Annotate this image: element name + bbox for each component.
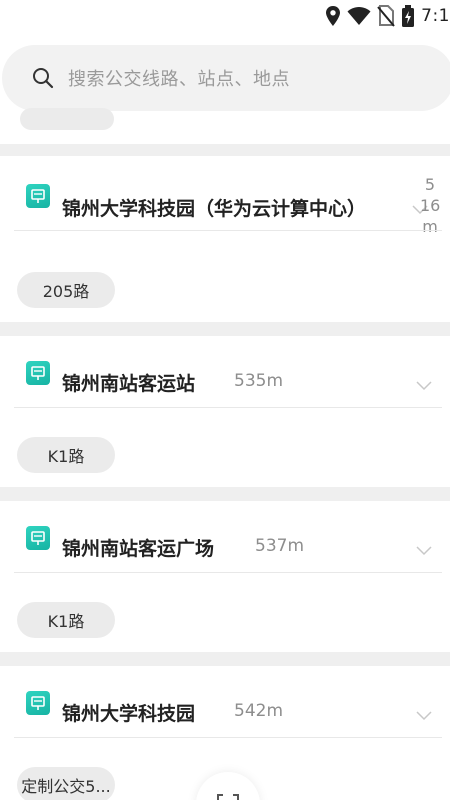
no-sim-icon <box>377 5 395 27</box>
status-time: 7:1 <box>421 6 450 26</box>
stop-distance: 537m <box>255 536 305 556</box>
stop-card[interactable]: 锦州南站客运站 535m K1路 <box>0 336 450 487</box>
bus-stop-icon <box>26 184 50 208</box>
status-icons: 7:1 <box>325 4 450 28</box>
divider <box>14 407 442 408</box>
chevron-down-icon[interactable] <box>416 541 432 556</box>
stop-name: 锦州大学科技园（华为云计算中心） <box>62 198 367 220</box>
stop-card[interactable]: 锦州大学科技园（华为云计算中心） 5 16 m 205路 <box>0 156 450 322</box>
chevron-down-icon[interactable] <box>416 706 432 721</box>
search-input[interactable]: 搜索公交线路、站点、地点 <box>2 45 450 111</box>
bus-stop-icon <box>26 361 50 385</box>
route-tag[interactable]: K1路 <box>17 437 115 473</box>
status-bar: 7:1 <box>0 0 450 32</box>
bus-stop-icon <box>26 526 50 550</box>
stop-distance: 535m <box>234 371 284 391</box>
search-icon <box>32 67 54 89</box>
route-tag-partial[interactable] <box>20 108 114 130</box>
battery-icon <box>401 5 415 27</box>
stop-name: 锦州大学科技园 <box>62 703 196 725</box>
stop-card[interactable]: 锦州南站客运广场 537m K1路 <box>0 501 450 652</box>
location-icon <box>325 6 341 26</box>
route-tag[interactable]: 205路 <box>17 272 115 308</box>
distance-part: 16 <box>420 196 441 215</box>
route-tag[interactable]: 定制公交5... <box>17 767 115 800</box>
distance-part: m <box>422 217 438 236</box>
stop-header[interactable]: 锦州南站客运广场 537m <box>0 509 450 579</box>
stop-header[interactable]: 锦州南站客运站 535m <box>0 344 450 414</box>
bus-stop-icon <box>26 691 50 715</box>
stop-distance: 542m <box>234 701 284 721</box>
distance-part: 5 <box>424 175 436 194</box>
divider <box>14 572 442 573</box>
divider <box>14 737 442 738</box>
wifi-icon <box>347 6 371 26</box>
divider <box>14 230 442 231</box>
stop-name: 锦州南站客运站 <box>62 373 196 395</box>
stop-card-partial <box>0 108 450 144</box>
search-placeholder: 搜索公交线路、站点、地点 <box>68 69 290 90</box>
stop-header[interactable]: 锦州大学科技园 542m <box>0 674 450 744</box>
stop-name: 锦州南站客运广场 <box>62 538 215 560</box>
route-tag[interactable]: K1路 <box>17 602 115 638</box>
scan-icon <box>217 790 239 800</box>
chevron-down-icon[interactable] <box>416 376 432 391</box>
stop-distance: 5 16 m <box>420 174 440 237</box>
